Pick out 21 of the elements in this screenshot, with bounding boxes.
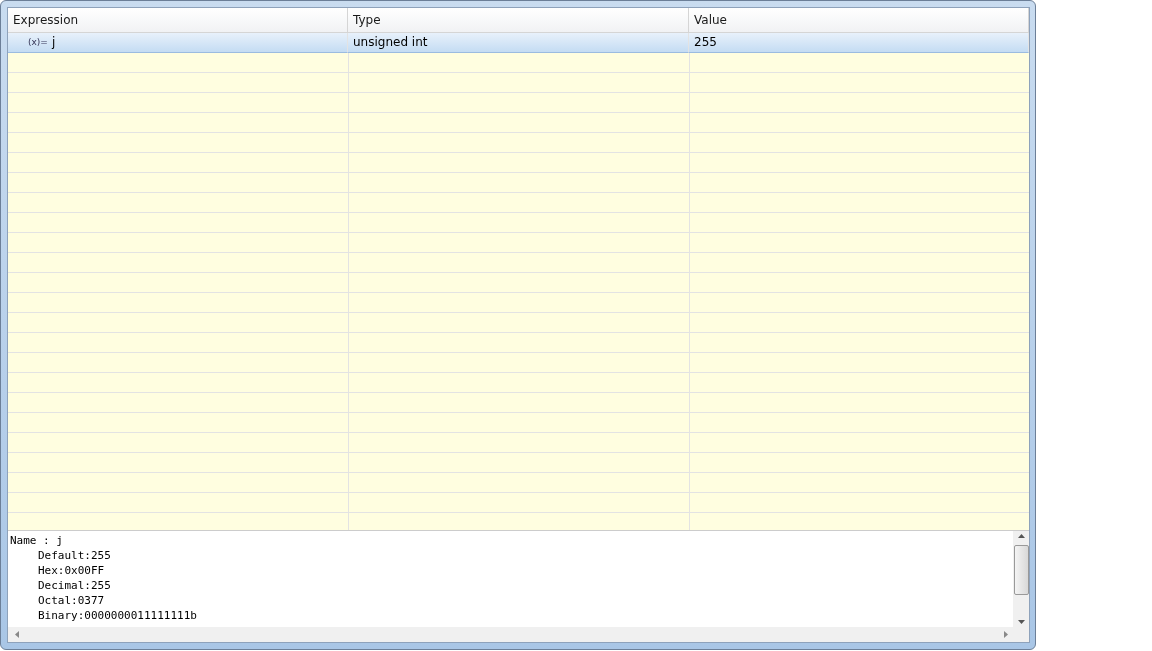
left-arrow-icon[interactable] [14,630,20,639]
detail-line: Hex:0x00FF [37,563,106,578]
scrollbar-thumb[interactable] [1013,545,1029,595]
right-arrow-icon[interactable] [1003,630,1009,639]
table-cell: unsigned int [348,33,689,53]
detail-line: Name : j [10,533,64,548]
column-header[interactable]: Expression [8,8,348,33]
detail-line: Octal:0377 [37,593,106,608]
detail-line: Decimal:255 [37,578,112,593]
column-header[interactable]: Type [348,8,689,33]
variable-icon: (x)= [28,33,48,52]
table-row-expression[interactable]: (x)= j [8,33,348,53]
column-header[interactable]: Value [689,8,1029,33]
table-cell: 255 [689,33,1029,53]
detail-line: Default:255 [37,548,112,563]
vertical-scrollbar[interactable] [1013,531,1029,627]
expression-text: j [51,34,56,51]
detail-line: Binary:0000000011111111b [37,608,198,623]
up-arrow-icon[interactable] [1016,531,1026,541]
horizontal-scrollbar[interactable] [8,627,1029,642]
down-arrow-icon[interactable] [1016,617,1026,627]
